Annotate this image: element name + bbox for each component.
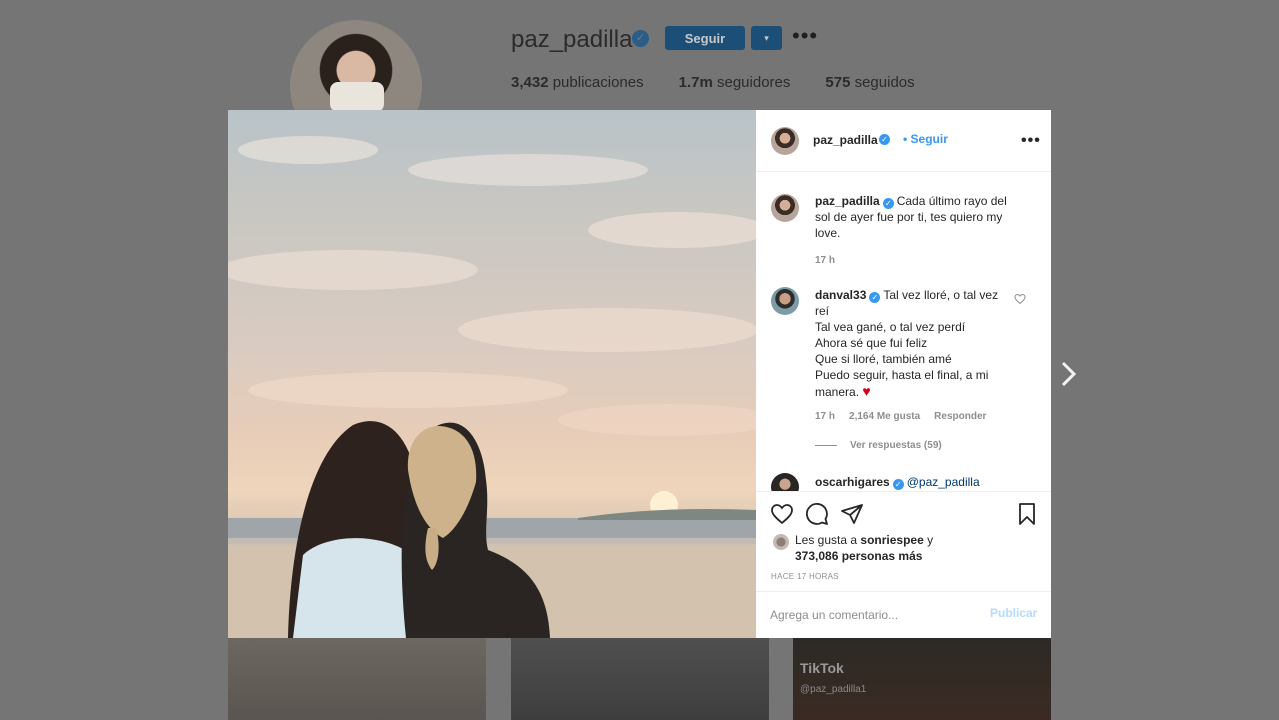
comment-bubble-icon[interactable] xyxy=(805,502,829,526)
caption: paz_padilla ✓ Cada último rayo del sol de … xyxy=(815,193,1035,241)
post-side-panel: paz_padilla ✓ • Seguir ••• paz_padilla ✓ C… xyxy=(756,110,1051,638)
verified-badge-icon: ✓ xyxy=(632,30,649,47)
grid-post-thumbnail[interactable] xyxy=(228,638,486,720)
likes-count-button[interactable]: 373,086 personas más xyxy=(795,549,922,563)
comments-list[interactable]: paz_padilla ✓ Cada último rayo del sol de … xyxy=(756,173,1051,491)
comment-username[interactable]: danval33 xyxy=(815,288,866,302)
comment-line: Tal vez lloré, o tal vez xyxy=(883,288,999,302)
grid-post-thumbnail[interactable] xyxy=(793,638,1051,720)
like-heart-icon[interactable] xyxy=(770,502,794,526)
stat-followers[interactable]: 1.7m seguidores xyxy=(679,74,791,91)
profile-options-icon[interactable]: ••• xyxy=(792,25,818,47)
reply-button[interactable]: Responder xyxy=(934,411,986,422)
comment-line: Tal vea gané, o tal vez perdí xyxy=(815,320,966,334)
follow-link[interactable]: • Seguir xyxy=(903,132,948,146)
verified-badge-icon: ✓ xyxy=(892,479,904,490)
profile-stats: 3,432 publicaciones 1.7m seguidores 575 … xyxy=(511,74,915,91)
tiktok-watermark: TikTok xyxy=(800,660,844,676)
caption-line: Cada último rayo del xyxy=(896,194,1007,208)
comment: oscarhigares ✓ @paz_padilla xyxy=(815,474,1015,490)
profile-avatar-face-mask xyxy=(330,82,384,112)
comment-line: Ahora sé que fui feliz xyxy=(815,336,928,350)
stat-following[interactable]: 575 seguidos xyxy=(825,74,914,91)
comment-time[interactable]: 17 h xyxy=(815,411,835,422)
caption-time[interactable]: 17 h xyxy=(815,255,835,266)
post-header: paz_padilla ✓ • Seguir ••• xyxy=(756,110,1051,172)
liker-avatar[interactable] xyxy=(773,534,789,550)
mention-link[interactable]: @paz_padilla xyxy=(907,475,980,489)
commenter-avatar[interactable] xyxy=(771,287,799,315)
comment-line: Puedo seguir, hasta el final, a mi xyxy=(815,368,989,382)
comment-line: manera. xyxy=(815,385,860,399)
suggestions-dropdown-button[interactable]: ▾ xyxy=(751,26,782,50)
comment: danval33 ✓ Tal vez lloré, o tal vez reí Ta… xyxy=(815,287,1015,400)
red-heart-emoji: ♥ xyxy=(862,383,871,399)
verified-badge-icon: ✓ xyxy=(882,198,894,209)
liker-username[interactable]: sonriespee xyxy=(860,533,923,547)
stat-posts: 3,432 publicaciones xyxy=(511,74,644,91)
comment-line: Que si lloré, también amé xyxy=(815,352,952,366)
commenter-avatar[interactable] xyxy=(771,473,799,491)
caption-line: love. xyxy=(815,226,841,240)
comment-likes[interactable]: 2,164 Me gusta xyxy=(849,411,920,422)
post-actions: Les gusta a sonriespee y 373,086 persona… xyxy=(756,491,1051,591)
likes-summary: Les gusta a sonriespee y 373,086 persona… xyxy=(795,533,934,563)
verified-badge-icon: ✓ xyxy=(869,292,881,303)
author-avatar[interactable] xyxy=(771,194,799,222)
comment-username[interactable]: oscarhigares xyxy=(815,475,890,489)
publish-button[interactable]: Publicar xyxy=(990,606,1037,620)
profile-username: paz_padilla xyxy=(511,26,633,53)
view-replies-button[interactable]: Ver respuestas (59) xyxy=(815,440,942,451)
comment-input[interactable] xyxy=(770,604,985,626)
comment-meta: 17 h 2,164 Me gusta Responder xyxy=(815,411,1000,422)
tiktok-watermark-user: @paz_padilla1 xyxy=(800,684,867,695)
post-options-icon[interactable]: ••• xyxy=(1021,132,1041,150)
save-bookmark-icon[interactable] xyxy=(1015,502,1039,526)
grid-post-thumbnail[interactable] xyxy=(511,638,769,720)
author-avatar[interactable] xyxy=(771,127,799,155)
like-comment-heart-icon[interactable] xyxy=(1014,293,1026,305)
post-timestamp[interactable]: HACE 17 HORAS xyxy=(771,572,839,581)
add-comment-bar: Publicar xyxy=(756,591,1051,638)
next-post-arrow-icon[interactable] xyxy=(1058,360,1080,388)
comment-line: reí xyxy=(815,304,830,318)
author-username[interactable]: paz_padilla xyxy=(813,133,878,147)
verified-badge-icon: ✓ xyxy=(879,134,890,145)
caption-line: sol de ayer fue por ti, tes quiero my xyxy=(815,210,1003,224)
share-paper-plane-icon[interactable] xyxy=(840,502,864,526)
caption-username[interactable]: paz_padilla xyxy=(815,194,880,208)
post-photo: › xyxy=(228,110,756,638)
follow-button[interactable]: Seguir xyxy=(665,26,745,50)
